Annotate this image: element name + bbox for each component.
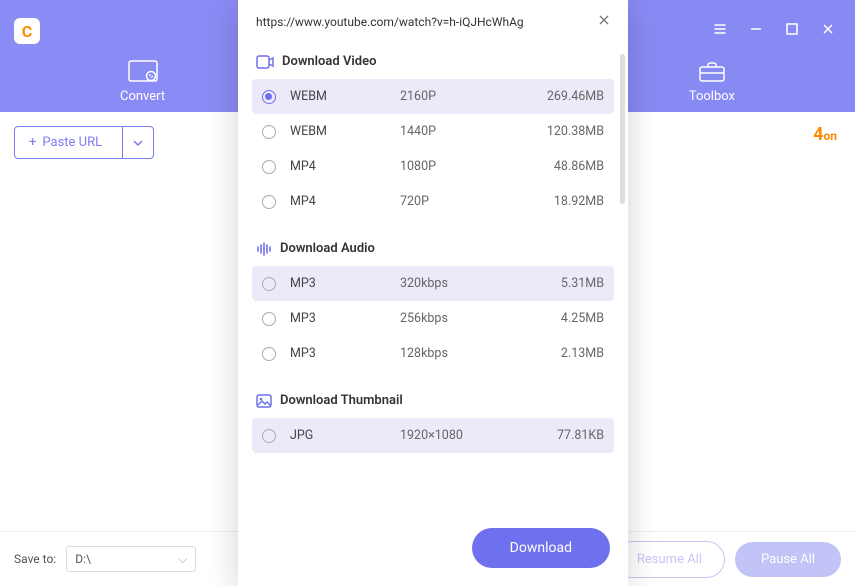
minimize-icon[interactable] <box>749 22 763 36</box>
tab-toolbox-label: Toolbox <box>689 89 735 104</box>
option-format: MP3 <box>290 276 400 291</box>
audio-option-1[interactable]: MP3256kbps4.25MB <box>252 301 614 336</box>
option-format: MP4 <box>290 194 400 209</box>
audio-section-head: Download Audio <box>252 233 614 266</box>
radio-icon <box>262 125 276 139</box>
modal-url: https://www.youtube.com/watch?v=h-iQJHcW… <box>256 15 588 29</box>
plus-icon: + <box>29 135 36 150</box>
option-format: MP3 <box>290 346 400 361</box>
option-format: WEBM <box>290 124 400 139</box>
tab-convert[interactable]: Convert <box>120 59 165 104</box>
save-path-select[interactable]: D:\ <box>66 546 196 572</box>
radio-icon <box>262 277 276 291</box>
maximize-icon[interactable] <box>785 22 799 36</box>
radio-icon <box>262 195 276 209</box>
paste-url-main[interactable]: + Paste URL <box>15 127 122 158</box>
thumbnail-section: Download Thumbnail JPG1920×108077.81KB <box>252 385 614 453</box>
radio-icon <box>262 312 276 326</box>
option-size: 18.92MB <box>530 194 604 209</box>
tab-toolbox[interactable]: Toolbox <box>689 59 735 104</box>
video-option-0[interactable]: WEBM2160P269.46MB <box>252 79 614 114</box>
audio-section-title: Download Audio <box>280 241 375 256</box>
paste-url-dropdown[interactable] <box>122 127 153 158</box>
thumbnail-section-title: Download Thumbnail <box>280 393 403 408</box>
modal-header: https://www.youtube.com/watch?v=h-iQJHcW… <box>238 0 628 40</box>
video-option-2[interactable]: MP41080P48.86MB <box>252 149 614 184</box>
resume-all-button[interactable]: Resume All <box>614 541 725 578</box>
audio-option-2[interactable]: MP3128kbps2.13MB <box>252 336 614 371</box>
option-quality: 720P <box>400 194 530 209</box>
option-size: 120.38MB <box>530 124 604 139</box>
option-quality: 1920×1080 <box>400 428 530 443</box>
modal-body: Download Video WEBM2160P269.46MBWEBM1440… <box>238 40 628 510</box>
video-option-3[interactable]: MP4720P18.92MB <box>252 184 614 219</box>
modal-footer: Download <box>238 510 628 586</box>
radio-icon <box>262 160 276 174</box>
thumbnail-section-head: Download Thumbnail <box>252 385 614 418</box>
video-section: Download Video WEBM2160P269.46MBWEBM1440… <box>252 46 614 219</box>
option-size: 4.25MB <box>530 311 604 326</box>
tab-convert-label: Convert <box>120 89 165 104</box>
radio-icon <box>262 429 276 443</box>
image-icon <box>256 394 272 408</box>
app-logo <box>14 18 40 44</box>
paste-url-button: + Paste URL <box>14 126 154 159</box>
option-size: 269.46MB <box>530 89 604 104</box>
option-size: 48.86MB <box>530 159 604 174</box>
scrollbar[interactable] <box>620 54 625 204</box>
toolbox-icon <box>697 59 727 83</box>
download-button[interactable]: Download <box>472 528 610 568</box>
radio-icon <box>262 90 276 104</box>
video-icon <box>256 55 274 69</box>
thumbnail-option-0[interactable]: JPG1920×108077.81KB <box>252 418 614 453</box>
option-size: 5.31MB <box>530 276 604 291</box>
window-controls <box>713 22 835 36</box>
audio-option-0[interactable]: MP3320kbps5.31MB <box>252 266 614 301</box>
option-quality: 1440P <box>400 124 530 139</box>
convert-icon <box>128 59 158 83</box>
video-option-1[interactable]: WEBM1440P120.38MB <box>252 114 614 149</box>
menu-icon[interactable] <box>713 22 727 36</box>
audio-icon <box>256 242 272 256</box>
close-icon[interactable] <box>821 22 835 36</box>
option-quality: 1080P <box>400 159 530 174</box>
option-size: 77.81KB <box>530 428 604 443</box>
option-quality: 128kbps <box>400 346 530 361</box>
video-section-head: Download Video <box>252 46 614 79</box>
video-section-title: Download Video <box>282 54 376 69</box>
save-to-label: Save to: <box>14 552 56 566</box>
brand-badge: 4on <box>813 124 837 145</box>
download-modal: https://www.youtube.com/watch?v=h-iQJHcW… <box>238 0 628 586</box>
pause-all-button[interactable]: Pause All <box>735 542 841 577</box>
option-format: MP3 <box>290 311 400 326</box>
option-format: WEBM <box>290 89 400 104</box>
option-size: 2.13MB <box>530 346 604 361</box>
option-format: MP4 <box>290 159 400 174</box>
save-path-value: D:\ <box>75 552 91 566</box>
radio-icon <box>262 347 276 361</box>
option-quality: 256kbps <box>400 311 530 326</box>
option-quality: 320kbps <box>400 276 530 291</box>
option-quality: 2160P <box>400 89 530 104</box>
paste-url-label: Paste URL <box>42 135 102 150</box>
option-format: JPG <box>290 428 400 443</box>
audio-section: Download Audio MP3320kbps5.31MBMP3256kbp… <box>252 233 614 371</box>
modal-close-icon[interactable] <box>598 14 610 30</box>
